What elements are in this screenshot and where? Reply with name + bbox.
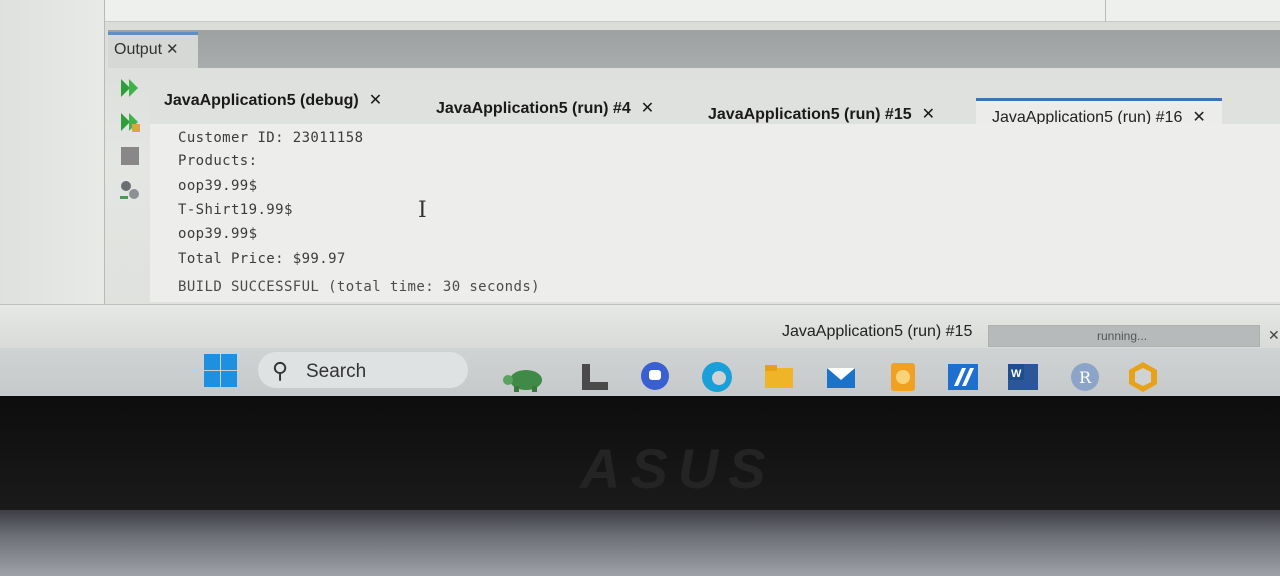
tab-run-15-label: JavaApplication5 (run) #15	[708, 106, 912, 123]
console-line: Products:	[178, 153, 258, 169]
taskbar-search[interactable]: ⚲ Search	[258, 352, 468, 388]
console-line: T-Shirt19.99$	[178, 202, 293, 218]
cancel-task-icon[interactable]: ✕	[1268, 327, 1280, 344]
tab-run-4-close-icon[interactable]: ✕	[641, 100, 654, 117]
notes-icon[interactable]	[886, 360, 920, 394]
rerun-with-options-icon[interactable]	[118, 110, 142, 134]
tab-debug-label: JavaApplication5 (debug)	[164, 92, 359, 109]
folder-icon[interactable]	[762, 360, 796, 404]
tab-debug[interactable]: JavaApplication5 (debug) ✕	[164, 90, 382, 110]
output-tab[interactable]: Output ✕	[108, 32, 198, 68]
tab-run-15-close-icon[interactable]: ✕	[922, 106, 935, 123]
chat-icon[interactable]	[638, 360, 672, 394]
stop-icon[interactable]	[118, 144, 142, 168]
search-icon: ⚲	[272, 358, 289, 383]
output-tab-label: Output	[114, 41, 163, 58]
console-line: Total Price: $99.97	[178, 251, 346, 267]
laptop-chassis-edge	[0, 510, 1280, 576]
running-task-label[interactable]: JavaApplication5 (run) #15	[782, 323, 972, 341]
file-explorer-L-icon[interactable]	[578, 360, 612, 394]
word-icon[interactable]: W	[1006, 360, 1040, 404]
console-line: oop39.99$	[178, 226, 258, 242]
tab-run-4-label: JavaApplication5 (run) #4	[436, 100, 631, 117]
search-label: Search	[306, 361, 367, 382]
progress-text: running...	[1097, 329, 1148, 343]
brand-logo: ASUS	[580, 437, 776, 500]
r-icon[interactable]: R	[1068, 360, 1102, 404]
windows-start-icon[interactable]	[202, 352, 238, 388]
left-gutter	[0, 0, 105, 330]
output-panel-header	[108, 30, 1280, 68]
console-line: Customer ID: 23011158	[178, 130, 364, 146]
build-status-line: BUILD SUCCESSFUL (total time: 30 seconds…	[178, 279, 540, 295]
tab-run-15[interactable]: JavaApplication5 (run) #15 ✕	[708, 104, 935, 124]
settings-icon[interactable]	[118, 178, 142, 202]
console-line: oop39.99$	[178, 178, 258, 194]
turtle-icon[interactable]	[500, 360, 550, 394]
screen: Output ✕ JavaApplication5 (debug) ✕ JavaAp…	[0, 0, 1280, 405]
console-output[interactable]: Customer ID: 23011158 Products: oop39.99…	[150, 124, 1280, 302]
netbeans-icon[interactable]	[1126, 360, 1160, 404]
output-toolbar	[112, 72, 146, 300]
editor-top-strip	[100, 0, 1280, 22]
status-bar: JavaApplication5 (run) #15 running... ✕	[0, 304, 1280, 350]
laptop-bezel: ASUS	[0, 396, 1280, 526]
mail-icon[interactable]	[824, 360, 858, 394]
tab-debug-close-icon[interactable]: ✕	[369, 92, 382, 109]
ide-icon[interactable]	[946, 360, 980, 394]
rerun-icon[interactable]	[118, 76, 142, 100]
tab-run-4[interactable]: JavaApplication5 (run) #4 ✕	[436, 98, 654, 118]
edge-icon[interactable]	[700, 360, 734, 404]
text-cursor-icon: I	[418, 198, 427, 223]
svg-text:W: W	[1011, 368, 1022, 380]
progress-bar[interactable]: running...	[988, 325, 1260, 347]
editor-divider	[1105, 0, 1106, 22]
output-close-icon[interactable]: ✕	[166, 41, 179, 58]
svg-text:R: R	[1079, 368, 1092, 387]
